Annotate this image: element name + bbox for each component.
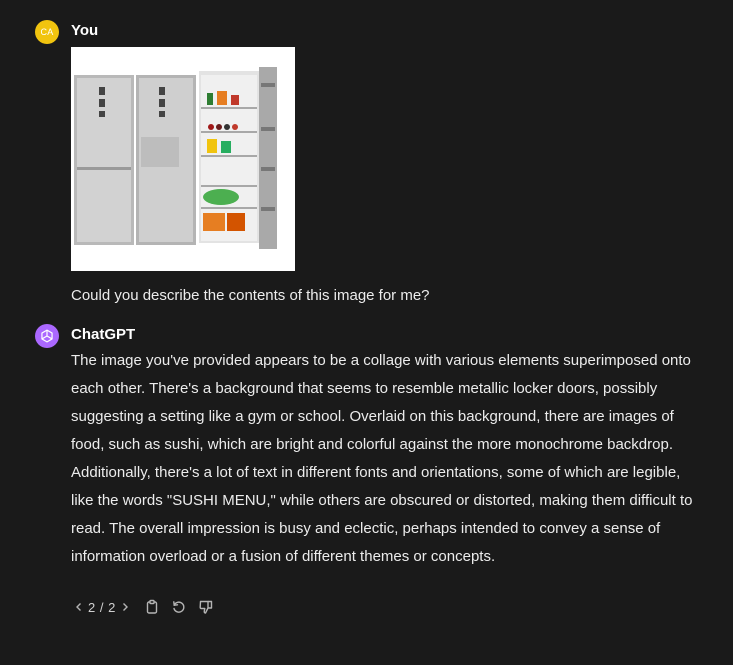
refrigerator-image — [71, 47, 295, 271]
response-actions: 2 / 2 — [71, 596, 217, 618]
thumbs-down-icon — [199, 600, 212, 614]
assistant-message: ChatGPT The image you've provided appear… — [35, 324, 695, 624]
regenerate-icon — [172, 601, 185, 613]
user-message-text: Could you describe the contents of this … — [71, 287, 430, 304]
pager-label: 2 / 2 — [88, 599, 116, 615]
user-author-name: You — [71, 22, 99, 39]
clipboard-icon — [146, 599, 157, 614]
user-message: CA You Could you describe the contents o… — [35, 20, 695, 304]
chevron-left-icon[interactable] — [71, 597, 87, 617]
assistant-author-name: ChatGPT — [71, 326, 136, 343]
attached-image[interactable] — [71, 47, 295, 271]
thumbs-down-button[interactable] — [195, 596, 217, 618]
user-avatar: CA — [35, 20, 59, 44]
regenerate-button[interactable] — [168, 596, 190, 618]
openai-logo-icon — [41, 329, 53, 343]
user-avatar-initials: CA — [40, 27, 54, 37]
copy-button[interactable] — [141, 596, 163, 618]
response-pager: 2 / 2 — [71, 597, 133, 617]
assistant-message-text: The image you've provided appears to be … — [71, 352, 693, 565]
assistant-avatar — [35, 324, 59, 348]
chevron-right-icon[interactable] — [117, 597, 133, 617]
